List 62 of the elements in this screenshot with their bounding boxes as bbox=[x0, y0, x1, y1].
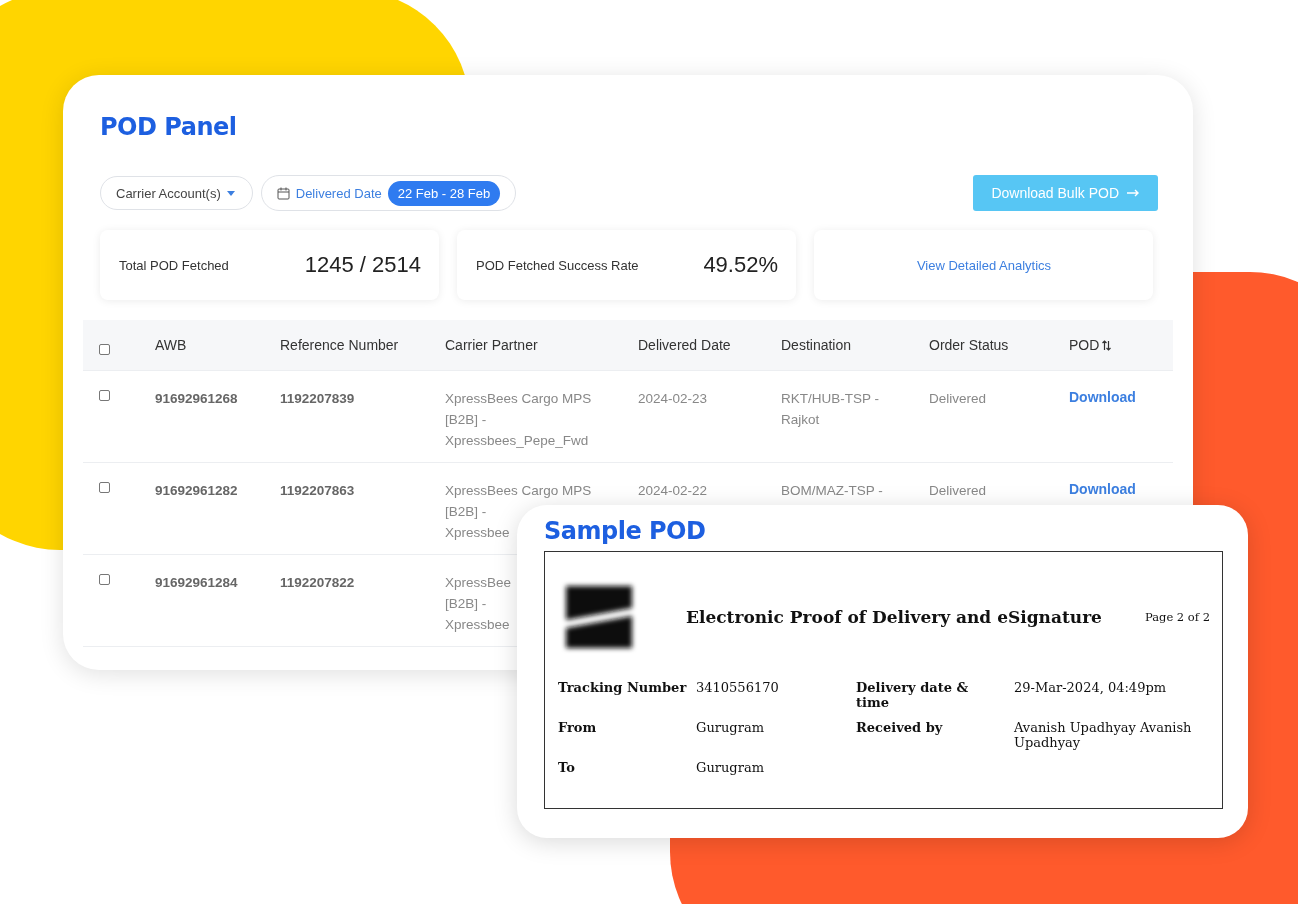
field-value: Gurugram bbox=[696, 760, 765, 775]
awb-cell-text: 91692961282 bbox=[155, 482, 238, 500]
column-header[interactable]: POD bbox=[1069, 337, 1173, 353]
field-label: Delivery date & time bbox=[856, 680, 970, 710]
carrier-cell-text: [B2B] - bbox=[445, 503, 487, 521]
document-heading: Electronic Proof of Delivery and eSignature bbox=[686, 607, 1103, 627]
date-filter-label: Delivered Date bbox=[295, 185, 382, 201]
carrier-cell-text: [B2B] - bbox=[445, 595, 487, 613]
field-value: 29-Mar-2024, 04:49pm bbox=[1014, 680, 1168, 695]
analytics-link[interactable]: View Detailed Analytics bbox=[916, 257, 1052, 273]
carrier-cell-text: XpressBee bbox=[445, 574, 512, 592]
carrier-cell-text: XpressBees Cargo MPS bbox=[445, 390, 592, 408]
caret-icon bbox=[226, 190, 235, 196]
arrow-right-icon bbox=[1127, 189, 1140, 197]
stat-label: POD Fetched Success Rate bbox=[476, 257, 639, 273]
column-header[interactable]: AWB bbox=[155, 337, 280, 353]
download-link[interactable]: Download bbox=[1069, 389, 1136, 405]
destination-cell-text: Rajkot bbox=[781, 411, 820, 429]
destination-cell-text: BOM/MAZ-TSP - bbox=[781, 482, 883, 500]
date-range-chip[interactable]: 22 Feb - 28 Feb bbox=[387, 180, 501, 206]
awb-cell-text: 91692961284 bbox=[155, 574, 238, 592]
field-value: 3410556170 bbox=[696, 680, 780, 695]
carrier-cell-text: XpressBees Cargo MPS bbox=[445, 482, 592, 500]
field-label: Received by bbox=[856, 720, 944, 735]
row-checkbox[interactable] bbox=[99, 390, 110, 401]
date-cell-text: 2024-02-23 bbox=[638, 390, 708, 408]
field-value: Gurugram bbox=[696, 720, 765, 735]
row-checkbox[interactable] bbox=[99, 574, 110, 585]
reference-cell-text: 1192207863 bbox=[280, 482, 355, 500]
reference-cell-text: 1192207839 bbox=[280, 390, 355, 408]
sort-icon[interactable] bbox=[1102, 339, 1112, 351]
carrier-dropdown[interactable]: Carrier Account(s) bbox=[100, 176, 253, 210]
status-cell-text: Delivered bbox=[929, 482, 987, 500]
page-number: Page 2 of 2 bbox=[1144, 610, 1210, 624]
reference-cell-text: 1192207822 bbox=[280, 574, 355, 592]
date-filter[interactable]: Delivered Date 22 Feb - 28 Feb bbox=[260, 175, 517, 211]
column-header[interactable]: Delivered Date bbox=[638, 337, 781, 353]
select-all-checkbox[interactable] bbox=[99, 344, 110, 355]
column-header[interactable]: Order Status bbox=[929, 337, 1069, 353]
awb-cell-text: 91692961268 bbox=[155, 390, 238, 408]
column-header[interactable]: Carrier Partner bbox=[445, 337, 638, 353]
row-checkbox[interactable] bbox=[99, 482, 110, 493]
download-link[interactable]: Download bbox=[1069, 481, 1136, 497]
sample-title: Sample POD bbox=[544, 517, 707, 545]
field-label: From bbox=[558, 720, 598, 735]
field-label: Tracking Number bbox=[558, 680, 688, 695]
carrier-cell-text: [B2B] - bbox=[445, 411, 487, 429]
column-header[interactable]: Destination bbox=[781, 337, 929, 353]
date-cell-text: 2024-02-22 bbox=[638, 482, 708, 500]
carrier-cell-text: Xpressbees_Pepe_Fwd bbox=[445, 432, 589, 450]
panel-title: POD Panel bbox=[99, 113, 238, 141]
carrier-cell-text: Xpressbee bbox=[445, 616, 510, 634]
column-header[interactable]: Reference Number bbox=[280, 337, 445, 353]
status-cell-text: Delivered bbox=[929, 390, 987, 408]
calendar-icon bbox=[276, 186, 290, 200]
field-value: Avanish Upadhyay Avanish Upadhyay bbox=[1014, 720, 1193, 750]
carrier-cell-text: Xpressbee bbox=[445, 524, 510, 542]
destination-cell-text: RKT/HUB-TSP - bbox=[781, 390, 879, 408]
field-label: To bbox=[558, 760, 576, 775]
stat-value: 1245 / 2514 bbox=[304, 252, 421, 278]
stat-value: 49.52% bbox=[703, 252, 778, 278]
stat-label: Total POD Fetched bbox=[119, 257, 229, 273]
